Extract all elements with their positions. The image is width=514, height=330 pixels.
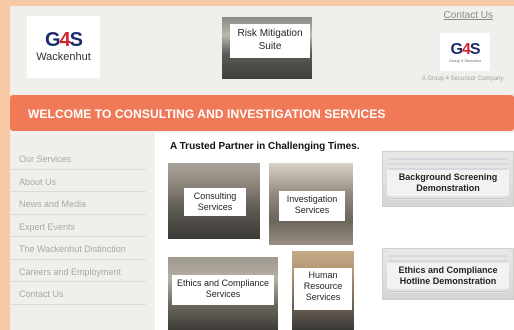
tagline: A Group 4 Securicor Company: [422, 76, 504, 82]
sidebar-item-expert-events[interactable]: Expert Events: [10, 215, 146, 237]
sidebar-item-our-services[interactable]: Our Services: [10, 147, 146, 170]
contact-us-link[interactable]: Contact Us: [444, 10, 493, 21]
wackenhut-logo[interactable]: G4S Wackenhut: [27, 16, 100, 78]
header: G4S Wackenhut Risk Mitigation Suite Cont…: [10, 6, 514, 90]
sidebar-item-news-and-media[interactable]: News and Media: [10, 192, 146, 215]
banner-text: WELCOME TO CONSULTING AND INVESTIGATION …: [28, 107, 386, 121]
logo-name: Wackenhut: [36, 51, 91, 63]
hotline-label: Ethics and Compliance Hotline Demonstrat…: [387, 263, 509, 289]
g4s-mark: G4S: [44, 29, 83, 51]
sidebar-item-careers[interactable]: Careers and Employment: [10, 260, 146, 282]
investigation-label: Investigation Services: [279, 191, 345, 221]
page-container: G4S Wackenhut Risk Mitigation Suite Cont…: [10, 6, 514, 330]
g4s-logo[interactable]: G4S Group 4 Securicor: [440, 33, 490, 71]
ethics-label: Ethics and Compliance Services: [172, 275, 274, 305]
consulting-tile[interactable]: Consulting Services: [168, 163, 260, 239]
background-screening-demo[interactable]: Background Screening Demonstration: [382, 151, 514, 207]
hotline-demo[interactable]: Ethics and Compliance Hotline Demonstrat…: [382, 248, 514, 300]
hr-tile[interactable]: Human Resource Services: [292, 251, 354, 330]
sidebar-nav: Our Services About Us News and Media Exp…: [10, 147, 146, 305]
welcome-banner: WELCOME TO CONSULTING AND INVESTIGATION …: [10, 95, 514, 131]
hr-label: Human Resource Services: [294, 268, 352, 310]
risk-mitigation-label[interactable]: Risk Mitigation Suite: [230, 24, 310, 58]
investigation-tile[interactable]: Investigation Services: [269, 163, 353, 245]
sidebar-item-contact-us[interactable]: Contact Us: [10, 282, 146, 305]
consulting-label: Consulting Services: [184, 188, 246, 216]
sidebar-item-wackenhut-distinction[interactable]: The Wackenhut Distinction: [10, 237, 146, 260]
sidebar-item-about-us[interactable]: About Us: [10, 170, 146, 192]
g4s-mark-small: G4S: [450, 40, 480, 58]
logo-subtitle: Group 4 Securicor: [448, 57, 482, 63]
main-content: A Trusted Partner in Challenging Times. …: [155, 133, 514, 330]
ethics-tile[interactable]: Ethics and Compliance Services: [168, 257, 278, 330]
background-screening-label: Background Screening Demonstration: [387, 170, 509, 196]
page-title: A Trusted Partner in Challenging Times.: [170, 141, 360, 152]
